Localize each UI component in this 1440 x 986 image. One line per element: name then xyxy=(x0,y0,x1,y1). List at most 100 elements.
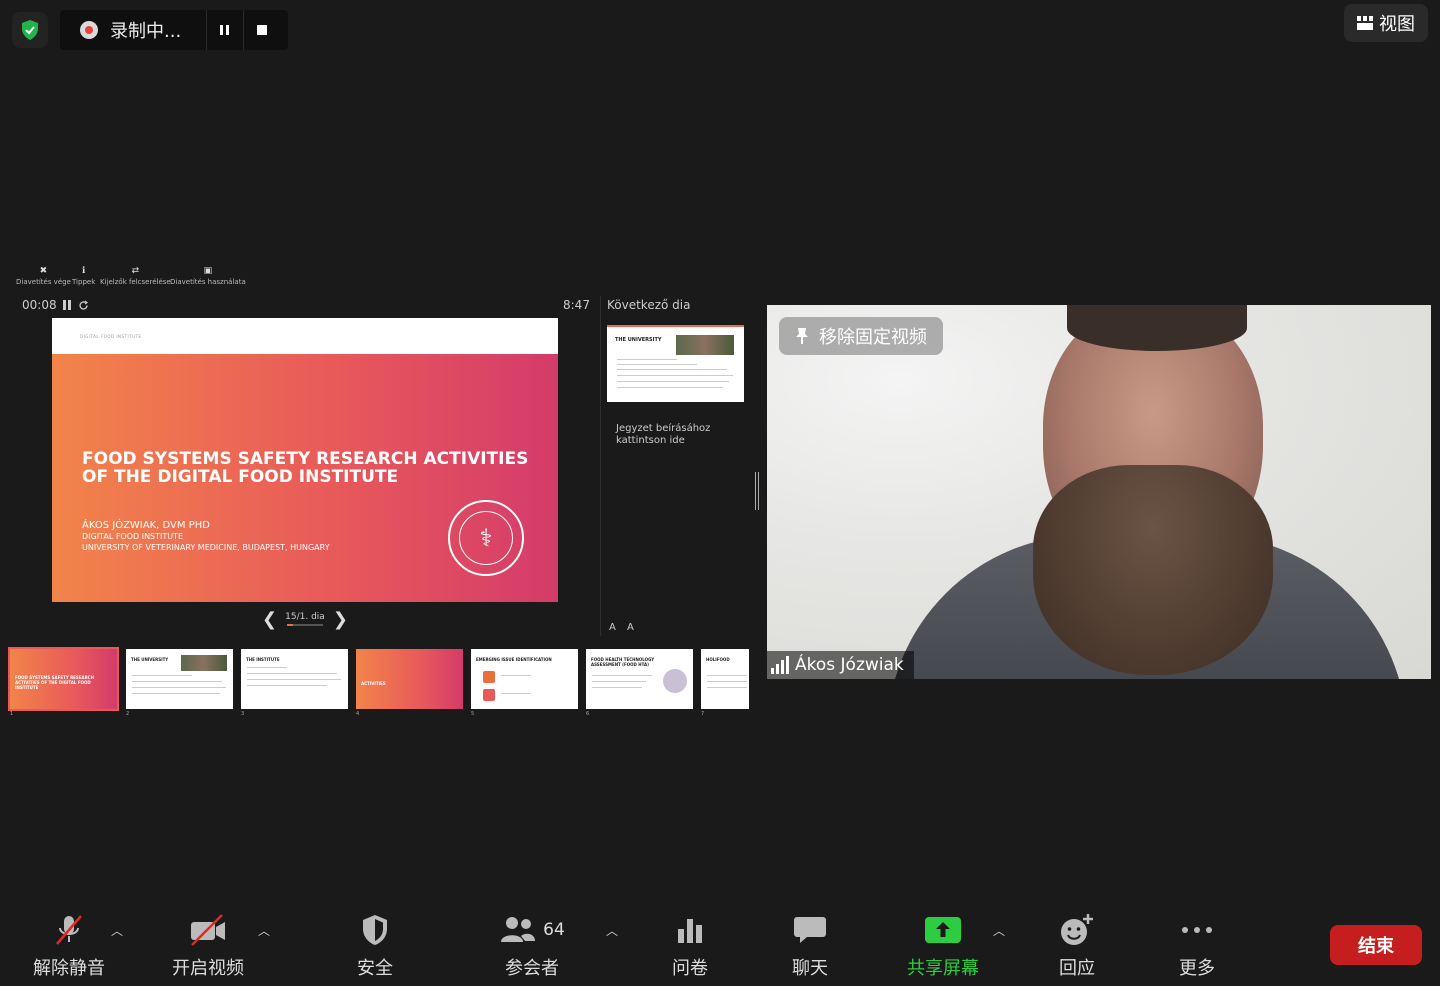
chat-button[interactable]: 聊天 xyxy=(750,910,870,980)
speaker-notes[interactable]: Jegyzet beírásához kattintson ide xyxy=(616,423,726,447)
thumbnail-title: ACTIVITIES xyxy=(361,681,386,686)
chat-icon xyxy=(794,917,826,943)
pin-icon xyxy=(796,328,808,344)
slide-title: FOOD SYSTEMS SAFETY RESEARCH ACTIVITIES … xyxy=(82,450,542,486)
slide-header: DIGITAL FOOD INSTITUTE xyxy=(80,334,142,339)
participants-label: 参会者 xyxy=(505,958,559,979)
next-slide-label: Következő dia xyxy=(607,298,691,312)
microphone-muted-icon xyxy=(56,915,82,945)
tips-button[interactable]: ℹ Tippek xyxy=(72,266,95,286)
slideshow-settings-label: Diavetítés használata xyxy=(170,278,246,286)
more-label: 更多 xyxy=(1179,958,1215,979)
end-slideshow-button[interactable]: ✖ Diavetítés vége xyxy=(16,266,71,286)
swap-displays-label: Kijelzők felcserélése xyxy=(100,278,171,286)
thumbnail-title: FOOD HEALTH TECHNOLOGY ASSESSMENT (FOOD … xyxy=(591,657,655,667)
participants-button[interactable]: 64 参会者 xyxy=(472,910,592,980)
recording-bar: 录制中... xyxy=(60,10,288,50)
font-size-buttons[interactable]: A A xyxy=(609,622,638,633)
swap-displays-button[interactable]: ⇄ Kijelzők felcserélése xyxy=(100,266,171,286)
tips-label: Tippek xyxy=(72,278,96,286)
unmute-label: 解除静音 xyxy=(33,958,105,979)
view-button[interactable]: 视图 xyxy=(1344,4,1428,42)
info-icon: ℹ xyxy=(81,266,86,276)
screen-icon: ▣ xyxy=(203,266,213,276)
slide-thumbnail[interactable]: FOOD SYSTEMS SAFETY RESEARCH ACTIVITIES … xyxy=(8,647,119,711)
share-screen-button[interactable]: 共享屏幕 xyxy=(883,910,1003,980)
university-seal-icon: ⚕ xyxy=(448,500,524,576)
prev-slide-icon[interactable]: ❮ xyxy=(262,609,277,630)
start-video-label: 开启视频 xyxy=(172,958,244,979)
slide-thumbnail[interactable]: HOLIFOOD xyxy=(701,649,749,709)
end-meeting-button[interactable]: 结束 xyxy=(1330,925,1422,965)
signal-strength-icon xyxy=(771,656,789,674)
slide-thumbnail[interactable]: THE INSTITUTE xyxy=(241,649,348,709)
next-slide-icon[interactable]: ❯ xyxy=(333,609,348,630)
reactions-button[interactable]: 回应 xyxy=(1017,910,1137,980)
video-options-chevron-icon[interactable]: ︿ xyxy=(258,922,270,939)
more-icon xyxy=(1182,927,1212,933)
reactions-label: 回应 xyxy=(1059,958,1095,979)
start-video-button[interactable]: 开启视频 xyxy=(148,910,268,980)
participant-count: 64 xyxy=(543,920,565,940)
pane-divider xyxy=(600,296,601,636)
unmute-button[interactable]: 解除静音 xyxy=(9,910,129,980)
slideshow-settings-button[interactable]: ▣ Diavetítés használata xyxy=(170,266,246,286)
audio-options-chevron-icon[interactable]: ︿ xyxy=(111,922,123,939)
participants-icon xyxy=(501,917,536,942)
participant-name-tag: Ákos Józwiak xyxy=(767,651,914,679)
swap-icon: ⇄ xyxy=(131,266,140,276)
security-button[interactable]: 安全 xyxy=(315,910,435,980)
grid-view-icon xyxy=(1357,16,1373,30)
slide-org1: DIGITAL FOOD INSTITUTE xyxy=(82,532,184,541)
thumbnail-title: THE INSTITUTE xyxy=(246,657,280,662)
end-slideshow-label: Diavetítés vége xyxy=(16,278,71,286)
emoji-add-icon xyxy=(1061,914,1093,945)
thumbnail-number: 5 xyxy=(471,711,475,717)
thumbnail-number: 7 xyxy=(701,711,705,717)
slide-title-line1: FOOD SYSTEMS SAFETY RESEARCH ACTIVITIES xyxy=(82,449,529,469)
unpin-video-button[interactable]: 移除固定视频 xyxy=(779,317,943,355)
pause-recording-button[interactable] xyxy=(206,10,243,50)
university-photo xyxy=(676,335,734,355)
bar-chart-icon xyxy=(678,919,702,943)
share-screen-icon xyxy=(925,917,961,943)
close-icon: ✖ xyxy=(39,266,48,276)
more-button[interactable]: 更多 xyxy=(1137,910,1257,980)
slide-thumbnail[interactable]: EMERGING ISSUE IDENTIFICATION xyxy=(471,649,578,709)
thumbnail-number: 4 xyxy=(356,711,360,717)
elapsed-time: 00:08 xyxy=(22,298,57,312)
participants-options-chevron-icon[interactable]: ︿ xyxy=(606,922,618,939)
thumbnail-title: HOLIFOOD xyxy=(706,657,730,662)
slide-thumbnail[interactable]: ACTIVITIES xyxy=(356,649,463,709)
thumbnail-title: FOOD SYSTEMS SAFETY RESEARCH ACTIVITIES … xyxy=(15,675,94,690)
pinned-video-tile[interactable]: 移除固定视频 Ákos Józwiak xyxy=(767,305,1431,679)
thumbnail-number: 2 xyxy=(126,711,130,717)
slide-counter: 15/1. dia xyxy=(285,612,325,622)
presenter-timer: 00:08 xyxy=(22,298,89,312)
next-slide-preview[interactable]: THE UNIVERSITY xyxy=(607,325,744,402)
slide-thumbnail[interactable]: FOOD HEALTH TECHNOLOGY ASSESSMENT (FOOD … xyxy=(586,649,693,709)
polls-label: 问卷 xyxy=(672,958,708,979)
view-label: 视图 xyxy=(1379,14,1415,35)
share-screen-label: 共享屏幕 xyxy=(907,958,979,979)
record-icon xyxy=(80,21,98,39)
slide-author: ÁKOS JÓZWIAK, DVM PHD xyxy=(82,520,210,531)
slide-progress xyxy=(286,624,323,626)
reset-timer-icon[interactable] xyxy=(78,300,89,311)
security-shield-icon[interactable] xyxy=(12,12,48,48)
participant-name: Ákos Józwiak xyxy=(795,655,904,675)
pause-timer-icon[interactable] xyxy=(62,300,72,310)
security-label: 安全 xyxy=(357,958,393,979)
slide-thumbnail[interactable]: THE UNIVERSITY xyxy=(126,649,233,709)
recording-label: 录制中... xyxy=(110,21,182,42)
clock: 8:47 xyxy=(563,298,590,312)
chat-label: 聊天 xyxy=(792,958,828,979)
stop-recording-button[interactable] xyxy=(243,10,280,50)
share-options-chevron-icon[interactable]: ︿ xyxy=(993,922,1005,939)
current-slide[interactable]: DIGITAL FOOD INSTITUTE FOOD SYSTEMS SAFE… xyxy=(52,318,558,602)
thumbnail-number: 6 xyxy=(586,711,590,717)
polls-button[interactable]: 问卷 xyxy=(630,910,750,980)
thumbnail-title: THE UNIVERSITY xyxy=(131,657,169,662)
resize-handle[interactable] xyxy=(755,472,759,510)
camera-off-icon xyxy=(191,914,225,946)
